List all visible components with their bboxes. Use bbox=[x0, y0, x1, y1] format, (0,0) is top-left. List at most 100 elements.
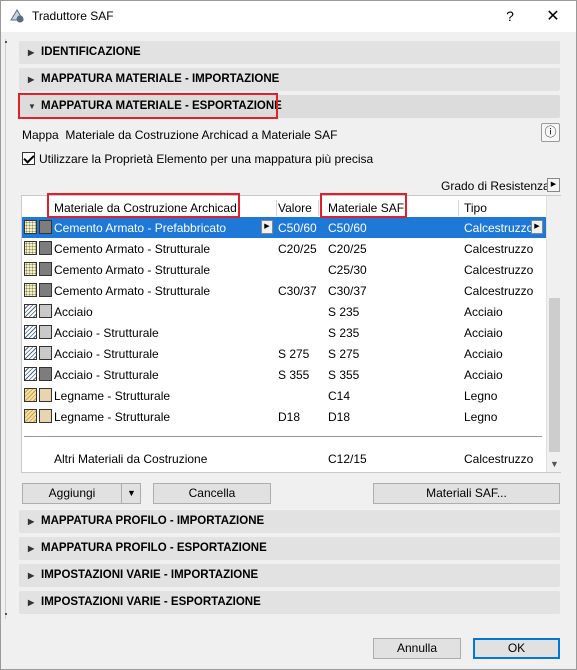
table-row-other-materials[interactable]: Altri Materiali da Costruzione C12/15 Ca… bbox=[22, 448, 546, 469]
section-settings-export[interactable]: ▶ IMPOSTAZIONI VARIE - ESPORTAZIONE bbox=[19, 591, 560, 614]
table-scrollbar[interactable]: ▼ bbox=[546, 196, 561, 472]
cell-saf: C20/25 bbox=[328, 242, 367, 256]
cell-value: S 355 bbox=[278, 368, 310, 382]
section-profile-export[interactable]: ▶ MAPPATURA PROFILO - ESPORTAZIONE bbox=[19, 537, 560, 560]
highlight-box-saf-header bbox=[320, 193, 407, 218]
window-title: Traduttore SAF bbox=[32, 9, 114, 23]
value-arrow-button[interactable]: ▶ bbox=[261, 220, 273, 234]
add-button-label: Aggiungi bbox=[48, 486, 96, 500]
cell-type: Legno bbox=[464, 410, 498, 424]
property-mapping-checkbox[interactable] bbox=[22, 152, 35, 165]
cancel-button[interactable]: Annulla bbox=[373, 638, 461, 659]
grade-label: Grado di Resistenza bbox=[441, 179, 550, 193]
scrollbar-thumb[interactable] bbox=[549, 298, 560, 452]
cell-saf: S 235 bbox=[328, 305, 360, 319]
add-button[interactable]: Aggiungi ▼ bbox=[22, 483, 141, 504]
header-value[interactable]: Valore bbox=[278, 201, 312, 215]
table-row[interactable]: Acciaio - Strutturale S 355 S 355 Acciai… bbox=[22, 364, 546, 385]
table-row[interactable]: Cemento Armato - Strutturale C20/25 C20/… bbox=[22, 238, 546, 259]
table-row[interactable]: Cemento Armato - Strutturale C25/30 Calc… bbox=[22, 259, 546, 280]
cell-saf: D18 bbox=[328, 410, 351, 424]
cell-value: C20/25 bbox=[278, 242, 317, 256]
concrete-pattern-icon bbox=[24, 241, 37, 255]
section-label: MAPPATURA MATERIALE - IMPORTAZIONE bbox=[41, 73, 280, 85]
surface-color-icon bbox=[39, 409, 52, 423]
table-row[interactable]: Acciaio - Strutturale S 235 Acciaio bbox=[22, 322, 546, 343]
cell-value: S 275 bbox=[278, 347, 310, 361]
delete-button[interactable]: Cancella bbox=[153, 483, 271, 504]
surface-color-icon bbox=[39, 304, 52, 318]
cell-material: Cemento Armato - Strutturale bbox=[54, 242, 211, 256]
table-row[interactable]: Legname - Strutturale C14 Legno bbox=[22, 385, 546, 406]
close-button[interactable]: ✕ bbox=[530, 1, 576, 32]
table-row[interactable]: Cemento Armato - Prefabbricato ▶ C50/60 … bbox=[22, 217, 546, 238]
surface-color-icon bbox=[39, 367, 52, 381]
table-row[interactable]: Legname - Strutturale D18 D18 Legno bbox=[22, 406, 546, 427]
cell-type: Calcestruzzo bbox=[464, 452, 534, 466]
cell-material: Legname - Strutturale bbox=[54, 389, 171, 403]
panel-scroll-track[interactable] bbox=[5, 39, 9, 619]
collapsed-arrow-icon: ▶ bbox=[28, 75, 35, 84]
surface-color-icon bbox=[39, 262, 52, 276]
cell-material: Acciaio - Strutturale bbox=[54, 326, 159, 340]
steel-pattern-icon bbox=[24, 325, 37, 339]
cell-type: Acciaio bbox=[464, 347, 503, 361]
cell-value: D18 bbox=[278, 410, 301, 424]
cell-material: Acciaio - Strutturale bbox=[54, 368, 159, 382]
cell-value: C50/60 bbox=[278, 221, 317, 235]
wood-pattern-icon bbox=[24, 409, 37, 423]
title-bar: Traduttore SAF ? ✕ bbox=[1, 1, 576, 32]
help-button[interactable]: ? bbox=[487, 1, 533, 32]
cell-type: Calcestruzzo bbox=[464, 221, 534, 235]
dropdown-arrow-icon[interactable]: ▼ bbox=[122, 484, 141, 503]
collapsed-arrow-icon: ▶ bbox=[28, 517, 35, 526]
cell-material: Cemento Armato - Strutturale bbox=[54, 263, 211, 277]
concrete-pattern-icon bbox=[24, 220, 37, 234]
header-type[interactable]: Tipo bbox=[464, 201, 487, 215]
highlight-box-section bbox=[18, 93, 278, 119]
steel-pattern-icon bbox=[24, 367, 37, 381]
saf-materials-button[interactable]: Materiali SAF... bbox=[373, 483, 560, 504]
saf-translator-dialog: Traduttore SAF ? ✕ ▶ IDENTIFICAZIONE ▶ M… bbox=[0, 0, 577, 670]
mapping-description: Mappa Materiale da Costruzione Archicad … bbox=[22, 128, 338, 142]
section-profile-import[interactable]: ▶ MAPPATURA PROFILO - IMPORTAZIONE bbox=[19, 510, 560, 533]
scroll-down-icon[interactable]: ▼ bbox=[547, 456, 562, 472]
archicad-app-icon bbox=[10, 9, 24, 23]
info-button[interactable]: ⓘ bbox=[541, 123, 560, 142]
cell-saf: C50/60 bbox=[328, 221, 367, 235]
cell-saf: C25/30 bbox=[328, 263, 367, 277]
property-mapping-option[interactable]: Utilizzare la Proprietà Elemento per una… bbox=[22, 152, 373, 166]
wood-pattern-icon bbox=[24, 388, 37, 402]
surface-color-icon bbox=[39, 283, 52, 297]
table-divider bbox=[24, 436, 542, 437]
cell-type: Calcestruzzo bbox=[464, 263, 534, 277]
section-identificazione[interactable]: ▶ IDENTIFICAZIONE bbox=[19, 41, 560, 64]
section-settings-import[interactable]: ▶ IMPOSTAZIONI VARIE - IMPORTAZIONE bbox=[19, 564, 560, 587]
type-arrow-button[interactable]: ▶ bbox=[531, 220, 543, 234]
concrete-pattern-icon bbox=[24, 262, 37, 276]
surface-color-icon bbox=[39, 388, 52, 402]
steel-pattern-icon bbox=[24, 346, 37, 360]
cell-material: Legname - Strutturale bbox=[54, 410, 171, 424]
cell-type: Legno bbox=[464, 389, 498, 403]
cell-type: Acciaio bbox=[464, 368, 503, 382]
concrete-pattern-icon bbox=[24, 283, 37, 297]
steel-pattern-icon bbox=[24, 304, 37, 318]
section-label: IDENTIFICAZIONE bbox=[41, 46, 141, 58]
cell-value: C30/37 bbox=[278, 284, 317, 298]
collapsed-arrow-icon: ▶ bbox=[28, 48, 35, 57]
grade-arrow-button[interactable]: ▶ bbox=[547, 178, 560, 192]
ok-button[interactable]: OK bbox=[473, 638, 560, 659]
table-row[interactable]: Cemento Armato - Strutturale C30/37 C30/… bbox=[22, 280, 546, 301]
surface-color-icon bbox=[39, 220, 52, 234]
mapping-detail: Materiale da Costruzione Archicad a Mate… bbox=[65, 128, 338, 142]
cell-saf: C12/15 bbox=[328, 452, 367, 466]
cell-type: Acciaio bbox=[464, 326, 503, 340]
cell-material: Cemento Armato - Prefabbricato bbox=[54, 221, 227, 235]
table-row[interactable]: Acciaio S 235 Acciaio bbox=[22, 301, 546, 322]
surface-color-icon bbox=[39, 241, 52, 255]
cell-type: Acciaio bbox=[464, 305, 503, 319]
section-material-import[interactable]: ▶ MAPPATURA MATERIALE - IMPORTAZIONE bbox=[19, 68, 560, 91]
section-label: MAPPATURA PROFILO - IMPORTAZIONE bbox=[41, 515, 265, 527]
table-row[interactable]: Acciaio - Strutturale S 275 S 275 Acciai… bbox=[22, 343, 546, 364]
